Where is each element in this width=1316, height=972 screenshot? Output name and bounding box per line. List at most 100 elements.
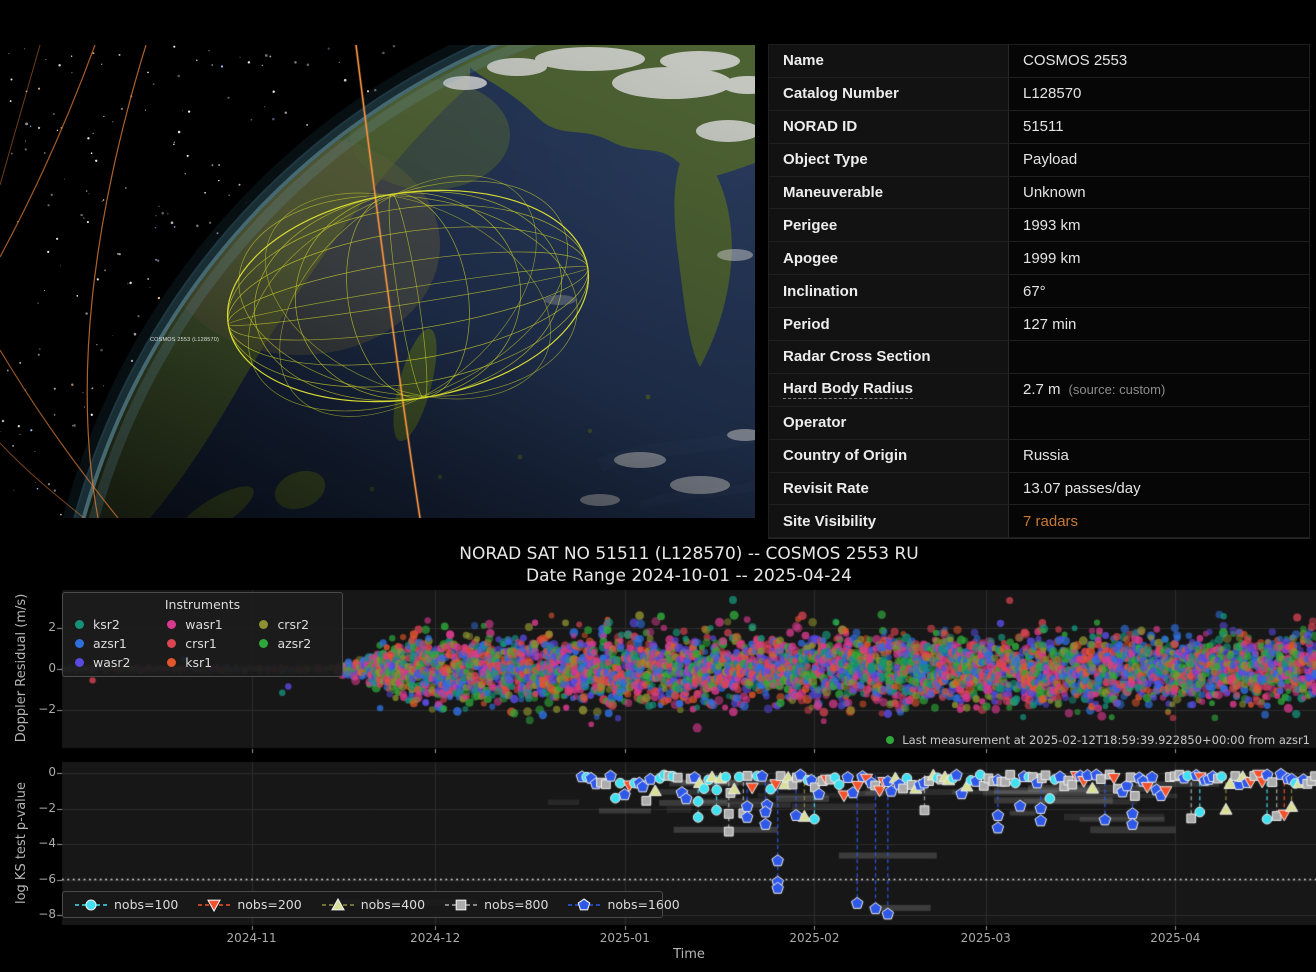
instrument-legend-item: azsr1 (75, 634, 149, 653)
table-row: Perigee 1993 km (769, 209, 1309, 242)
row-value: 67° (1009, 275, 1309, 307)
table-row: ManeuverableUnknown (769, 177, 1309, 210)
x-axis-label: Time (62, 947, 1316, 962)
nobs-legend-label: nobs=400 (361, 897, 425, 912)
instrument-color-dot-icon (75, 620, 84, 629)
row-value-text: 2.7 m (1023, 381, 1061, 398)
row-label: Catalog Number (769, 78, 1009, 110)
row-label: Revisit Rate (769, 473, 1009, 505)
row-label-text: Apogee (783, 250, 838, 267)
instrument-color-dot-icon (167, 639, 176, 648)
row-value-text: 67° (1023, 283, 1046, 300)
doppler-y-tick: −2 (22, 702, 56, 716)
instrument-legend-item: azsr2 (259, 634, 330, 653)
instrument-name: crsr2 (277, 617, 309, 632)
row-label: NORAD ID (769, 111, 1009, 143)
circle-marker-icon (75, 897, 107, 913)
instrument-color-dot-icon (167, 658, 176, 667)
row-label-text: Inclination (783, 283, 858, 300)
table-row: NORAD ID 51511 (769, 111, 1309, 144)
x-axis-tick: 2025-03 (949, 931, 1023, 945)
instrument-color-dot-icon (259, 620, 268, 629)
annotation-text: Last measurement at 2025-02-12T18:59:39.… (902, 733, 1310, 747)
row-value (1009, 341, 1309, 373)
row-label-text: Object Type (783, 151, 868, 168)
globe-scene: COSMOS 2553 (L128570) (0, 45, 755, 518)
instrument-legend-item: crsr2 (259, 615, 330, 634)
row-value: 51511 (1009, 111, 1309, 143)
chart-title-line1: NORAD SAT NO 51511 (L128570) -- COSMOS 2… (62, 543, 1316, 565)
row-value: L128570 (1009, 78, 1309, 110)
row-label: Radar Cross Section (769, 341, 1009, 373)
row-value: 2.7 m(source: custom) (1009, 374, 1309, 406)
table-row: Name COSMOS 2553 (769, 45, 1309, 78)
row-value (1009, 407, 1309, 439)
instrument-color-dot-icon (75, 639, 84, 648)
satellite-label: COSMOS 2553 (L128570) (150, 337, 219, 343)
row-label-text: Maneuverable (783, 184, 883, 201)
row-label-text[interactable]: Hard Body Radius (783, 380, 913, 399)
row-label: Object Type (769, 144, 1009, 176)
row-label: Apogee (769, 242, 1009, 274)
row-label: Operator (769, 407, 1009, 439)
row-value-text: 127 min (1023, 316, 1076, 333)
row-label-text: NORAD ID (783, 118, 857, 135)
instruments-legend: Instruments ksr2 azsr1 wasr2 wasr1 crsr1ksr1… (62, 592, 343, 677)
instrument-name: wasr2 (93, 655, 131, 670)
x-axis-tick: 2024-12 (398, 931, 472, 945)
instrument-color-dot-icon (259, 639, 268, 648)
ks-y-tick: 0 (22, 765, 56, 779)
row-label: Period (769, 308, 1009, 340)
nobs-legend-item: nobs=1600 (568, 897, 679, 913)
satellite-info-table: Name COSMOS 2553 Catalog Number L128570 NORA… (768, 44, 1310, 539)
row-value-text: COSMOS 2553 (1023, 52, 1127, 69)
row-label: Inclination (769, 275, 1009, 307)
row-value: COSMOS 2553 (1009, 45, 1309, 77)
charts-panel: NORAD SAT NO 51511 (L128570) -- COSMOS 2… (0, 540, 1316, 972)
triangle-up-marker-icon (322, 897, 354, 913)
instrument-legend-item: crsr1 (167, 634, 241, 653)
x-axis-tick: 2024-11 (215, 931, 289, 945)
instrument-name: wasr1 (185, 617, 223, 632)
row-label-text: Catalog Number (783, 85, 899, 102)
instrument-legend-item: ksr1 (167, 653, 241, 672)
row-label: Hard Body Radius (769, 374, 1009, 406)
row-label-text: Operator (783, 414, 846, 431)
row-value-text: L128570 (1023, 85, 1081, 102)
row-value: 1999 km (1009, 242, 1309, 274)
row-value-text[interactable]: 7 radars (1023, 513, 1078, 530)
row-value: 1993 km (1009, 209, 1309, 241)
row-value: Payload (1009, 144, 1309, 176)
square-marker-icon (445, 897, 477, 913)
table-row: Object Type Payload (769, 144, 1309, 177)
ks-y-tick: −6 (22, 872, 56, 886)
instrument-legend-item: wasr2 (75, 653, 149, 672)
table-row: Operator (769, 407, 1309, 440)
x-axis-tick: 2025-02 (777, 931, 851, 945)
instrument-color-dot-icon (75, 658, 84, 667)
nobs-legend-item: nobs=100 (75, 897, 178, 913)
row-label: Maneuverable (769, 177, 1009, 209)
instruments-legend-title: Instruments (63, 597, 342, 612)
row-label-text: Site Visibility (783, 513, 876, 530)
chart-title-line2: Date Range 2024-10-01 -- 2025-04-24 (62, 565, 1316, 587)
chart-title: NORAD SAT NO 51511 (L128570) -- COSMOS 2… (62, 543, 1316, 587)
doppler-y-tick: 0 (22, 661, 56, 675)
row-label: Site Visibility (769, 505, 1009, 537)
table-row: Country of OriginRussia (769, 440, 1309, 473)
row-value-text: 51511 (1023, 118, 1064, 135)
nobs-legend-label: nobs=1600 (607, 897, 679, 912)
row-value: Russia (1009, 440, 1309, 472)
instrument-color-dot-icon (167, 620, 176, 629)
instrument-name: azsr1 (93, 636, 127, 651)
row-label-text: Perigee (783, 217, 837, 234)
instrument-legend-item: ksr2 (75, 615, 149, 634)
nobs-legend-label: nobs=100 (114, 897, 178, 912)
globe-viewport[interactable]: COSMOS 2553 (L128570) (0, 45, 755, 518)
row-label-text: Name (783, 52, 824, 69)
table-row: Inclination 67° (769, 275, 1309, 308)
pentagon-marker-icon (568, 897, 600, 913)
nobs-legend-item: nobs=800 (445, 897, 548, 913)
table-row: Period 127 min (769, 308, 1309, 341)
row-value: 127 min (1009, 308, 1309, 340)
